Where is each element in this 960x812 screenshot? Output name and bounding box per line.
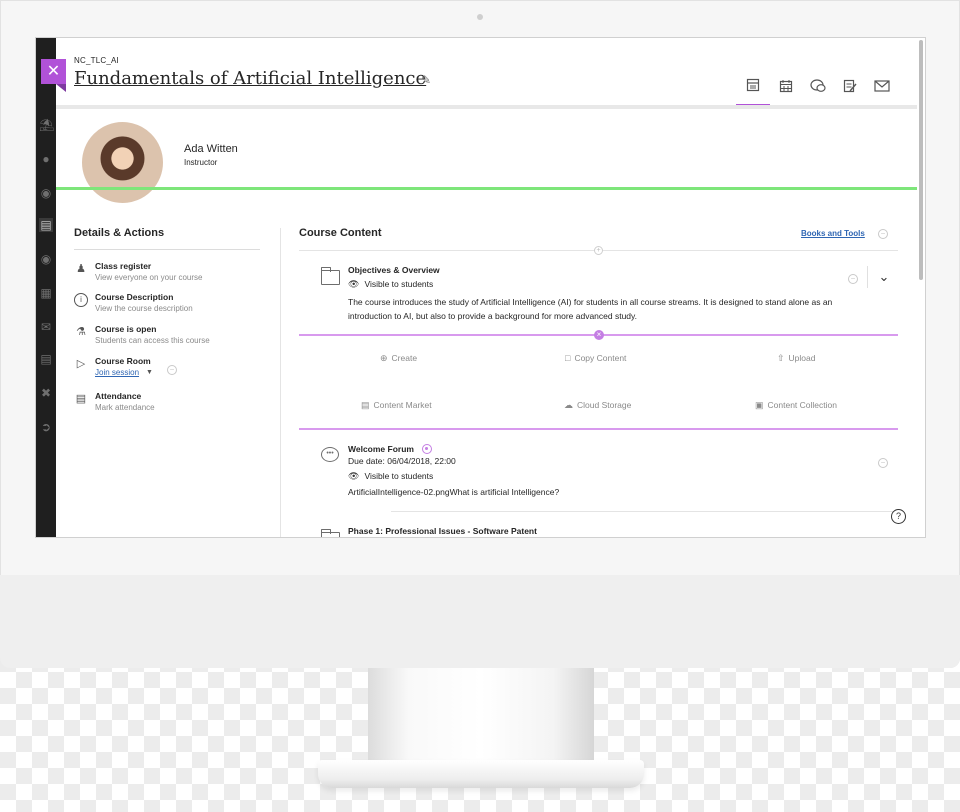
course-open-title[interactable]: Course is open (95, 324, 156, 334)
course-id: NC_TLC_AI (74, 56, 119, 65)
courses-icon[interactable]: ▤ (39, 218, 53, 232)
messages-icon[interactable] (865, 66, 899, 106)
globe-icon[interactable]: ◉ (39, 186, 53, 200)
course-title[interactable]: Fundamentals of Artificial Intelligence (74, 68, 426, 89)
close-add-menu-icon[interactable]: × (594, 330, 604, 340)
item-separator (867, 266, 868, 288)
monitor-chin (0, 575, 960, 668)
left-nav-rail: ⛱ ● ◉ ▤ ◉ ▦ ✉ ▤ ✖ ➲ (36, 38, 56, 537)
scrollbar[interactable] (919, 40, 923, 280)
column-divider (280, 228, 281, 537)
course-content-heading: Course Content (299, 227, 382, 239)
welcome-forum-visibility-label: Visible to students (364, 471, 434, 481)
content-collection-label: Content Collection (767, 400, 837, 410)
people-icon: ♟ (76, 263, 86, 275)
course-open-sub: Students can access this course (95, 336, 210, 345)
chevron-down-icon[interactable]: ⌄ (877, 270, 891, 284)
video-icon: ▷ (76, 358, 86, 370)
close-course-button[interactable]: ✕ (41, 59, 66, 84)
instructor-avatar[interactable] (80, 120, 165, 205)
cloud-storage-action[interactable]: ☁ Cloud Storage (564, 400, 631, 411)
sign-out-icon[interactable]: ➲ (39, 420, 53, 434)
profile-icon[interactable]: ● (39, 152, 53, 166)
upload-label: Upload (788, 353, 816, 363)
welcome-forum-visibility[interactable]: 👁 Visible to students (348, 471, 433, 482)
eye-icon: 👁 (348, 279, 360, 289)
calendar-icon[interactable] (769, 66, 803, 106)
institution-icon[interactable]: ⛱ (39, 118, 54, 132)
course-description-title[interactable]: Course Description (95, 292, 173, 302)
header-divider (56, 105, 917, 109)
class-register-title[interactable]: Class register (95, 261, 151, 271)
instructor-name[interactable]: Ada Witten (184, 143, 238, 155)
item-options-icon[interactable]: − (848, 274, 858, 284)
item-options-icon[interactable]: − (878, 458, 888, 468)
objectives-visibility-label: Visible to students (364, 279, 434, 289)
messages-rail-icon[interactable]: ✉ (39, 320, 53, 334)
edit-title-icon[interactable]: ✎ (421, 73, 431, 87)
eye-icon: 👁 (348, 471, 360, 481)
help-button[interactable]: ? (891, 509, 906, 524)
copy-content-label: Copy Content (574, 353, 627, 363)
objectives-title[interactable]: Objectives & Overview (348, 265, 440, 275)
webcam-dot (477, 14, 483, 20)
discussion-forum-icon: ••• (321, 447, 339, 462)
monitor-stand-base (318, 760, 644, 788)
info-icon: i (74, 293, 88, 307)
content-options-icon[interactable]: − (878, 229, 888, 239)
screen: ⛱ ● ◉ ▤ ◉ ▦ ✉ ▤ ✖ ➲ ✕ NC_TLC_AI Fundamen… (35, 37, 926, 538)
copy-content-action[interactable]: □ Copy Content (565, 353, 626, 363)
clipboard-icon: ▤ (75, 393, 87, 405)
create-label: Create (391, 353, 418, 363)
organizations-icon[interactable]: ◉ (39, 252, 53, 266)
objectives-visibility[interactable]: 👁 Visible to students (348, 279, 433, 290)
discussions-icon[interactable] (801, 66, 835, 106)
new-activity-icon (422, 444, 432, 454)
content-market-action[interactable]: ▤ Content Market (361, 400, 432, 411)
cloud-storage-label: Cloud Storage (577, 400, 632, 410)
instructor-role: Instructor (184, 158, 218, 167)
tools-icon[interactable]: ✖ (39, 386, 53, 400)
join-session-link[interactable]: Join session (95, 368, 139, 377)
course-room-title: Course Room (95, 356, 151, 366)
class-register-sub: View everyone on your course (95, 273, 203, 282)
phase1-title[interactable]: Phase 1: Professional Issues - Software … (348, 526, 537, 536)
folder-icon (321, 267, 340, 285)
welcome-forum-description: ArtificialIntelligence-02.pngWhat is art… (348, 487, 560, 497)
plus-icon: ⊕ (380, 353, 388, 363)
books-and-tools-link[interactable]: Books and Tools (801, 229, 865, 238)
banner-accent-rule (56, 187, 917, 190)
market-icon: ▤ (361, 400, 370, 410)
content-collection-action[interactable]: ▣ Content Collection (755, 400, 837, 411)
item-divider (391, 511, 898, 512)
create-action[interactable]: ⊕ Create (380, 353, 417, 364)
attendance-sub: Mark attendance (95, 403, 155, 412)
remove-room-icon[interactable]: − (167, 365, 177, 375)
objectives-description: The course introduces the study of Artif… (348, 297, 833, 321)
attendance-title[interactable]: Attendance (95, 391, 141, 401)
chevron-down-icon[interactable]: ▼ (146, 369, 153, 376)
upload-icon: ⇧ (777, 353, 785, 363)
unlock-icon: ⚗ (76, 326, 86, 338)
close-button-tail (56, 84, 66, 92)
details-divider (74, 249, 260, 250)
collection-icon: ▣ (755, 400, 764, 410)
grades-rail-icon[interactable]: ▤ (39, 352, 53, 366)
welcome-forum-due: Due date: 06/04/2018, 22:00 (348, 456, 456, 466)
folder-icon (321, 529, 340, 537)
upload-action[interactable]: ⇧ Upload (777, 353, 815, 364)
add-content-node-icon[interactable]: + (594, 246, 603, 255)
content-market-label: Content Market (373, 400, 432, 410)
calendar-rail-icon[interactable]: ▦ (39, 286, 53, 300)
content-icon[interactable] (736, 66, 770, 106)
course-description-sub: View the course description (95, 304, 193, 313)
insert-menu-bottom-line (299, 428, 898, 430)
welcome-forum-title[interactable]: Welcome Forum (348, 444, 414, 454)
details-heading: Details & Actions (74, 227, 165, 239)
copy-icon: □ (565, 353, 571, 363)
gradebook-icon[interactable] (833, 66, 867, 106)
cloud-icon: ☁ (564, 400, 573, 410)
